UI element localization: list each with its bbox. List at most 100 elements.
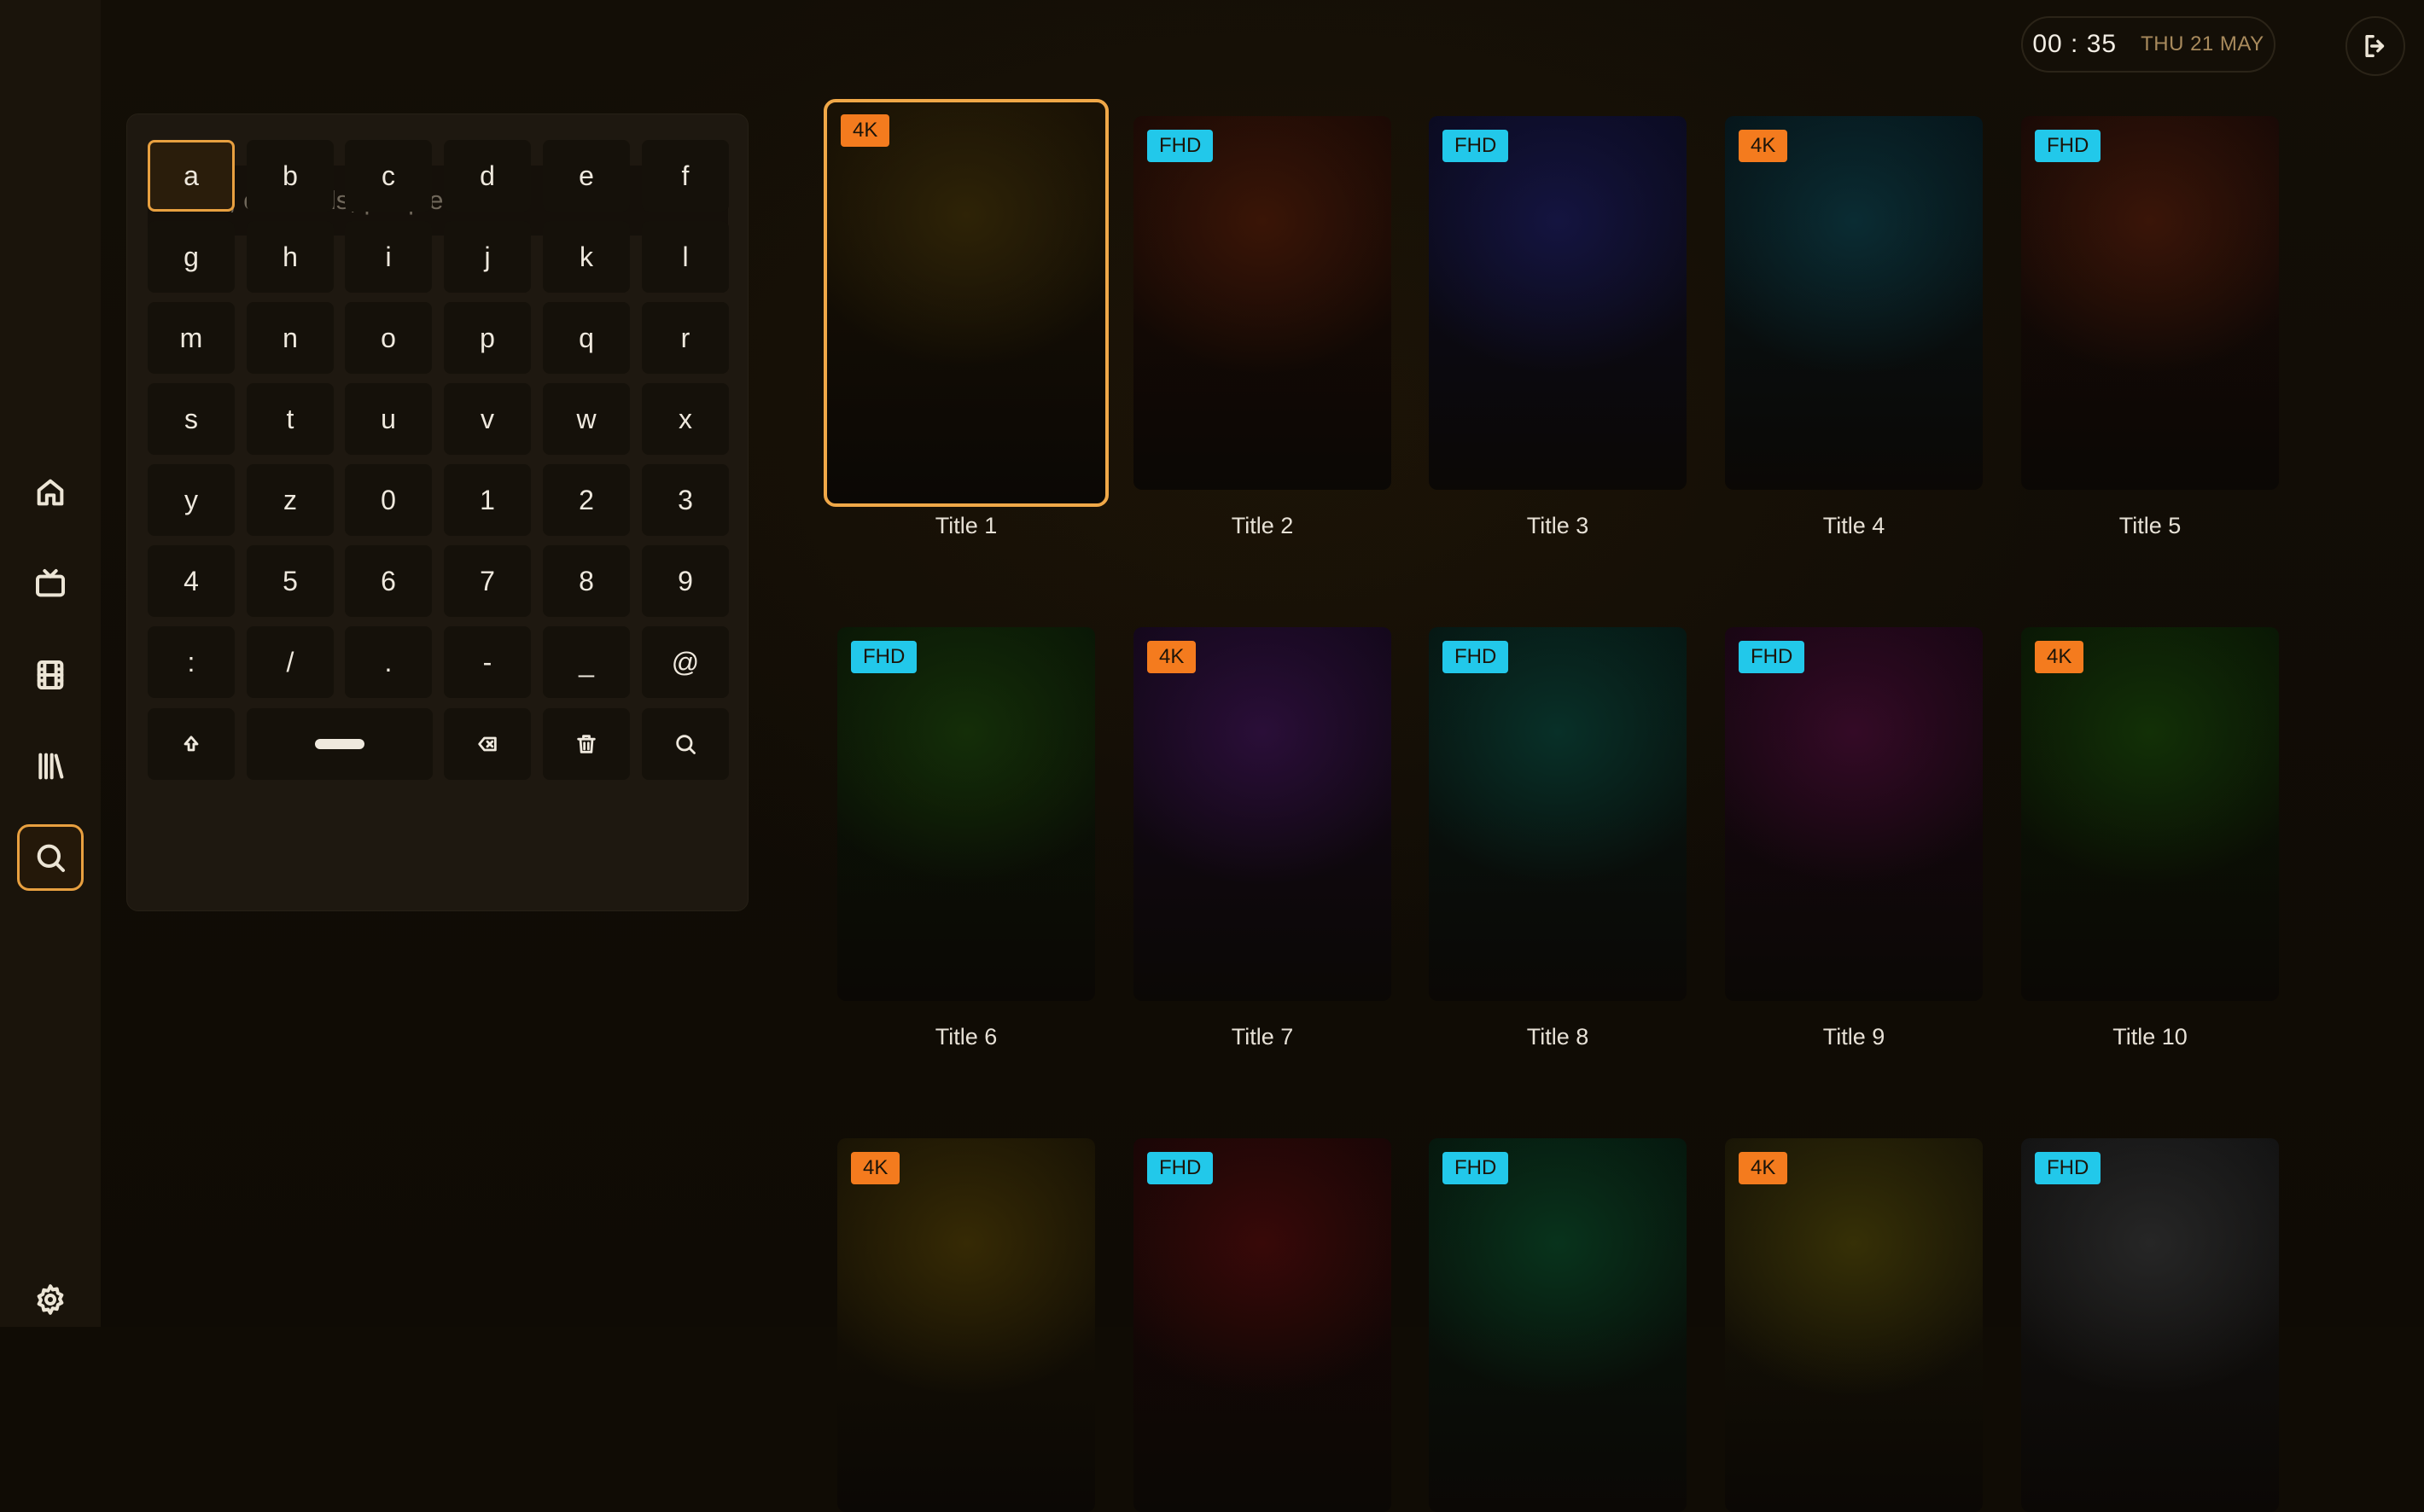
key-38[interactable]: . [345, 626, 432, 698]
quality-badge: FHD [1442, 130, 1509, 162]
keyboard-panel: abcdef ghijkl mnopqr stuvwx yz0123 456789:/.-… [126, 113, 749, 911]
key-4[interactable]: e [543, 140, 630, 212]
result-title: Title 10 [2112, 1024, 2188, 1050]
clock-time: 00 : 35 [2032, 30, 2118, 58]
result-card[interactable]: FHD [1725, 627, 1983, 1001]
key-33[interactable]: 7 [444, 545, 531, 617]
nav-home[interactable] [17, 459, 84, 526]
result-card[interactable]: FHD [837, 627, 1095, 1001]
key-2[interactable]: c [345, 140, 432, 212]
key-11[interactable]: l [642, 221, 729, 293]
key-41[interactable]: @ [642, 626, 729, 698]
key-31[interactable]: 5 [247, 545, 334, 617]
submit-search-key[interactable] [642, 708, 729, 780]
key-39[interactable]: - [444, 626, 531, 698]
key-36[interactable]: : [148, 626, 235, 698]
result-title: Title 6 [935, 1024, 998, 1050]
key-14[interactable]: o [345, 302, 432, 374]
quality-badge: FHD [1147, 130, 1214, 162]
key-22[interactable]: w [543, 383, 630, 455]
key-32[interactable]: 6 [345, 545, 432, 617]
key-27[interactable]: 1 [444, 464, 531, 536]
backspace-key[interactable] [444, 708, 531, 780]
nav-movies[interactable] [17, 642, 84, 708]
key-7[interactable]: h [247, 221, 334, 293]
key-8[interactable]: i [345, 221, 432, 293]
space-bar-icon [315, 739, 364, 749]
library-icon [38, 753, 64, 780]
key-19[interactable]: t [247, 383, 334, 455]
key-37[interactable]: / [247, 626, 334, 698]
result-card[interactable]: FHD [1429, 1138, 1687, 1512]
result-title: Title 2 [1231, 513, 1294, 538]
key-25[interactable]: z [247, 464, 334, 536]
key-20[interactable]: u [345, 383, 432, 455]
key-1[interactable]: b [247, 140, 334, 212]
shift-key[interactable] [148, 708, 235, 780]
quality-badge: FHD [1739, 641, 1805, 673]
quality-badge: 4K [1739, 130, 1788, 162]
film-icon [37, 660, 64, 689]
key-24[interactable]: y [148, 464, 235, 536]
key-40[interactable]: _ [543, 626, 630, 698]
key-6[interactable]: g [148, 221, 235, 293]
result-card[interactable]: 4K [1725, 116, 1983, 490]
result-card[interactable]: 4K [1725, 1138, 1983, 1512]
nav-library[interactable] [17, 733, 84, 800]
sidebar [0, 0, 101, 1327]
key-21[interactable]: v [444, 383, 531, 455]
result-card[interactable]: FHD [2021, 116, 2279, 490]
result-card[interactable]: FHD [1133, 1138, 1391, 1512]
result-card[interactable]: 4K [2021, 627, 2279, 1001]
result-card[interactable]: 4K [1133, 627, 1391, 1001]
nav-settings[interactable] [17, 1266, 84, 1333]
search-icon [676, 735, 696, 754]
result-card[interactable]: FHD [2021, 1138, 2279, 1512]
key-0[interactable]: a [148, 140, 235, 212]
quality-badge: FHD [1147, 1152, 1214, 1184]
key-3[interactable]: d [444, 140, 531, 212]
result-card[interactable]: FHD [1429, 116, 1687, 490]
key-16[interactable]: q [543, 302, 630, 374]
key-5[interactable]: f [642, 140, 729, 212]
nav-live-tv[interactable] [17, 550, 84, 617]
quality-badge: FHD [851, 641, 918, 673]
key-26[interactable]: 0 [345, 464, 432, 536]
key-30[interactable]: 4 [148, 545, 235, 617]
key-28[interactable]: 2 [543, 464, 630, 536]
quality-badge: 4K [1147, 641, 1197, 673]
key-17[interactable]: r [642, 302, 729, 374]
result-card[interactable]: 4K [837, 1138, 1095, 1512]
clock-pill: 00 : 35 THU 21 MAY [2021, 16, 2275, 73]
backspace-icon [478, 736, 497, 752]
key-10[interactable]: k [543, 221, 630, 293]
quality-badge: FHD [1442, 1152, 1509, 1184]
key-13[interactable]: n [247, 302, 334, 374]
search-input[interactable] [148, 166, 728, 236]
key-15[interactable]: p [444, 302, 531, 374]
key-35[interactable]: 9 [642, 545, 729, 617]
key-18[interactable]: s [148, 383, 235, 455]
result-title: Title 3 [1526, 513, 1589, 538]
key-9[interactable]: j [444, 221, 531, 293]
nav-search[interactable] [17, 824, 84, 891]
trash-icon [577, 735, 596, 753]
exit-button[interactable] [2345, 16, 2405, 76]
home-icon [37, 479, 64, 506]
result-title: Title 1 [935, 513, 998, 538]
key-12[interactable]: m [148, 302, 235, 374]
key-34[interactable]: 8 [543, 545, 630, 617]
result-title: Title 8 [1526, 1024, 1589, 1050]
tv-icon [36, 569, 65, 597]
key-29[interactable]: 3 [642, 464, 729, 536]
result-title: Title 7 [1231, 1024, 1294, 1050]
key-23[interactable]: x [642, 383, 729, 455]
clear-key[interactable] [543, 708, 630, 780]
result-card[interactable]: FHD [1133, 116, 1391, 490]
result-title: Title 9 [1822, 1024, 1885, 1050]
space-key[interactable] [247, 708, 433, 780]
result-title: Title 4 [1822, 513, 1885, 538]
result-card[interactable]: 4K [824, 99, 1109, 507]
result-card[interactable]: FHD [1429, 627, 1687, 1001]
gear-icon [37, 1284, 64, 1315]
